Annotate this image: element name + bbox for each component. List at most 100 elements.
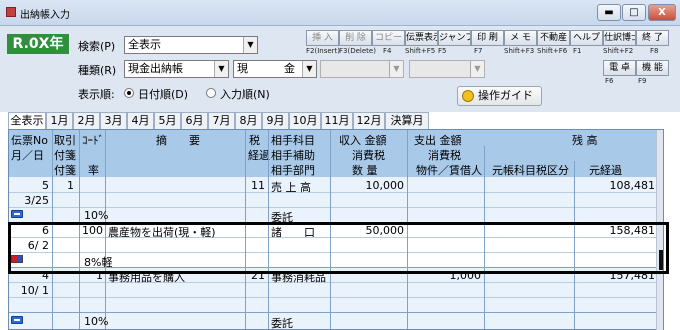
order-date-radio[interactable] <box>124 88 134 98</box>
maximize-button[interactable]: □ <box>622 4 646 21</box>
tag-icon[interactable] <box>11 255 23 263</box>
order-input-radio[interactable] <box>206 88 216 98</box>
tab-month-7[interactable]: 7月 <box>208 112 235 130</box>
row3-description[interactable]: 事務用品を購入 <box>108 269 185 285</box>
minimize-button[interactable]: ▬ <box>597 4 621 21</box>
insert-button[interactable]: 挿 入 <box>306 30 339 46</box>
row2-income[interactable]: 50,000 <box>332 224 405 237</box>
tab-month-2[interactable]: 2月 <box>73 112 100 130</box>
row1-rate: 10% <box>84 209 109 222</box>
search-select[interactable]: 全表示 ▼ <box>124 36 258 54</box>
row1-sub[interactable]: 委託 <box>271 209 293 225</box>
jump-button[interactable]: ジャンプ <box>438 30 471 46</box>
chevron-down-icon: ▼ <box>389 61 403 77</box>
col-divider <box>407 130 408 329</box>
journal-doctor-button[interactable]: 仕訳博士 <box>603 30 636 46</box>
row1-date[interactable]: 3/25 <box>11 194 49 207</box>
journal-doctor-key: Shift+F2 <box>603 47 634 55</box>
tab-month-3[interactable]: 3月 <box>100 112 127 130</box>
tab-all[interactable]: 全表示 <box>8 112 46 130</box>
tab-month-6[interactable]: 6月 <box>181 112 208 130</box>
tab-month-12[interactable]: 12月 <box>353 112 385 130</box>
tab-month-1[interactable]: 1月 <box>46 112 73 130</box>
row2-description[interactable]: 農産物を出荷(現・軽) <box>108 224 216 240</box>
row2-account[interactable]: 諸 口 <box>271 224 315 240</box>
row1-account[interactable]: 売 上 高 <box>271 179 311 195</box>
col-tenant: 物件／賃借人 <box>416 164 482 177</box>
row3-account[interactable]: 事務消耗品 <box>271 269 326 285</box>
memo-button[interactable]: メ モ <box>504 30 537 46</box>
tab-month-5[interactable]: 5月 <box>154 112 181 130</box>
row-divider <box>9 192 663 193</box>
delete-key: F3(Delete) <box>339 47 376 55</box>
row1-no[interactable]: 5 <box>11 179 49 192</box>
operation-guide-button[interactable]: 操作ガイド <box>457 86 542 106</box>
tab-month-8[interactable]: 8月 <box>235 112 262 130</box>
col-income-tax: 消費税 <box>352 149 385 162</box>
tab-month-4[interactable]: 4月 <box>127 112 154 130</box>
row3-no[interactable]: 4 <box>11 269 49 282</box>
row1-income[interactable]: 10,000 <box>332 179 405 192</box>
col-ledger-tax: 元帳科目税区分 <box>492 164 569 177</box>
col-divider <box>79 130 80 329</box>
order-date-label: 日付順(D) <box>138 88 189 101</box>
search-label: 検索(P) <box>78 40 116 53</box>
cashbook-grid: 伝票No 取引 ｺｰﾄﾞ 摘 要 税 相手科目 収入 金額 支出 金額 残 高 … <box>8 129 664 330</box>
department-select: ▼ <box>409 60 485 78</box>
account-select[interactable]: 現 金 ▼ <box>233 60 317 78</box>
copy-button[interactable]: コピー <box>372 30 405 46</box>
print-button[interactable]: 印 刷 <box>471 30 504 46</box>
real-estate-button[interactable]: 不動産 <box>537 30 570 46</box>
row3-sub[interactable]: 委託 <box>271 315 293 329</box>
row-divider <box>9 297 663 298</box>
memo-icon[interactable] <box>11 210 23 218</box>
col-expense: 支出 金額 <box>414 134 462 147</box>
close-button[interactable]: X <box>648 4 676 21</box>
tab-closing-month[interactable]: 決算月 <box>385 112 429 130</box>
tab-month-11[interactable]: 11月 <box>321 112 353 130</box>
chevron-down-icon[interactable]: ▼ <box>243 37 257 53</box>
row1-tax[interactable]: 11 <box>247 179 265 192</box>
row2-date[interactable]: 6/ 2 <box>11 239 49 252</box>
col-balance: 残 高 <box>572 134 598 147</box>
function-button[interactable]: 機 能 <box>636 60 669 76</box>
memo-icon[interactable] <box>11 316 23 324</box>
kind-select-value: 現金出納帳 <box>128 62 183 75</box>
scrollbar-thumb[interactable] <box>659 250 663 270</box>
order-input-label: 入力順(N) <box>220 88 270 101</box>
row3-date[interactable]: 10/ 1 <box>11 284 49 297</box>
row3-code[interactable]: 1 <box>81 269 103 282</box>
window-title: 出納帳入力 <box>20 10 70 21</box>
row1-trade[interactable]: 1 <box>54 179 74 192</box>
col-divider <box>268 130 269 329</box>
col-quantity: 数 量 <box>352 164 378 177</box>
col-divider <box>105 130 106 329</box>
help-button[interactable]: ヘルプ <box>570 30 603 46</box>
row-divider <box>9 252 663 253</box>
chevron-down-icon[interactable]: ▼ <box>302 61 316 77</box>
exit-key: F8 <box>650 47 659 55</box>
chevron-down-icon[interactable]: ▼ <box>214 61 228 77</box>
row2-no[interactable]: 6 <box>11 224 49 237</box>
row3-tax[interactable]: 21 <box>247 269 265 282</box>
vertical-scrollbar[interactable] <box>656 130 663 330</box>
delete-button[interactable]: 削 除 <box>339 30 372 46</box>
col-divider <box>484 146 485 329</box>
tab-month-10[interactable]: 10月 <box>289 112 321 130</box>
col-sub-account: 相手補助 <box>271 149 315 162</box>
row2-code[interactable]: 100 <box>81 224 103 237</box>
row3-expense[interactable]: 1,000 <box>409 269 482 282</box>
tab-month-9[interactable]: 9月 <box>262 112 289 130</box>
voucher-view-button[interactable]: 伝票表示 <box>405 30 438 46</box>
month-tabs: 全表示 1月 2月 3月 4月 5月 6月 7月 8月 9月 10月 11月 1… <box>8 112 663 130</box>
col-voucher-no: 伝票No <box>11 134 48 147</box>
row1-balance: 108,481 <box>609 179 656 192</box>
kind-select[interactable]: 現金出納帳 ▼ <box>124 60 229 78</box>
voucher-view-key: Shift+F5 <box>405 47 436 55</box>
col-elapsed: 経過 <box>248 149 270 162</box>
exit-button[interactable]: 終 了 <box>636 30 669 46</box>
order-label: 表示順: <box>78 88 115 101</box>
col-divider <box>52 130 53 329</box>
calculator-button[interactable]: 電 卓 <box>603 60 636 76</box>
real-estate-key: Shift+F6 <box>537 47 568 55</box>
